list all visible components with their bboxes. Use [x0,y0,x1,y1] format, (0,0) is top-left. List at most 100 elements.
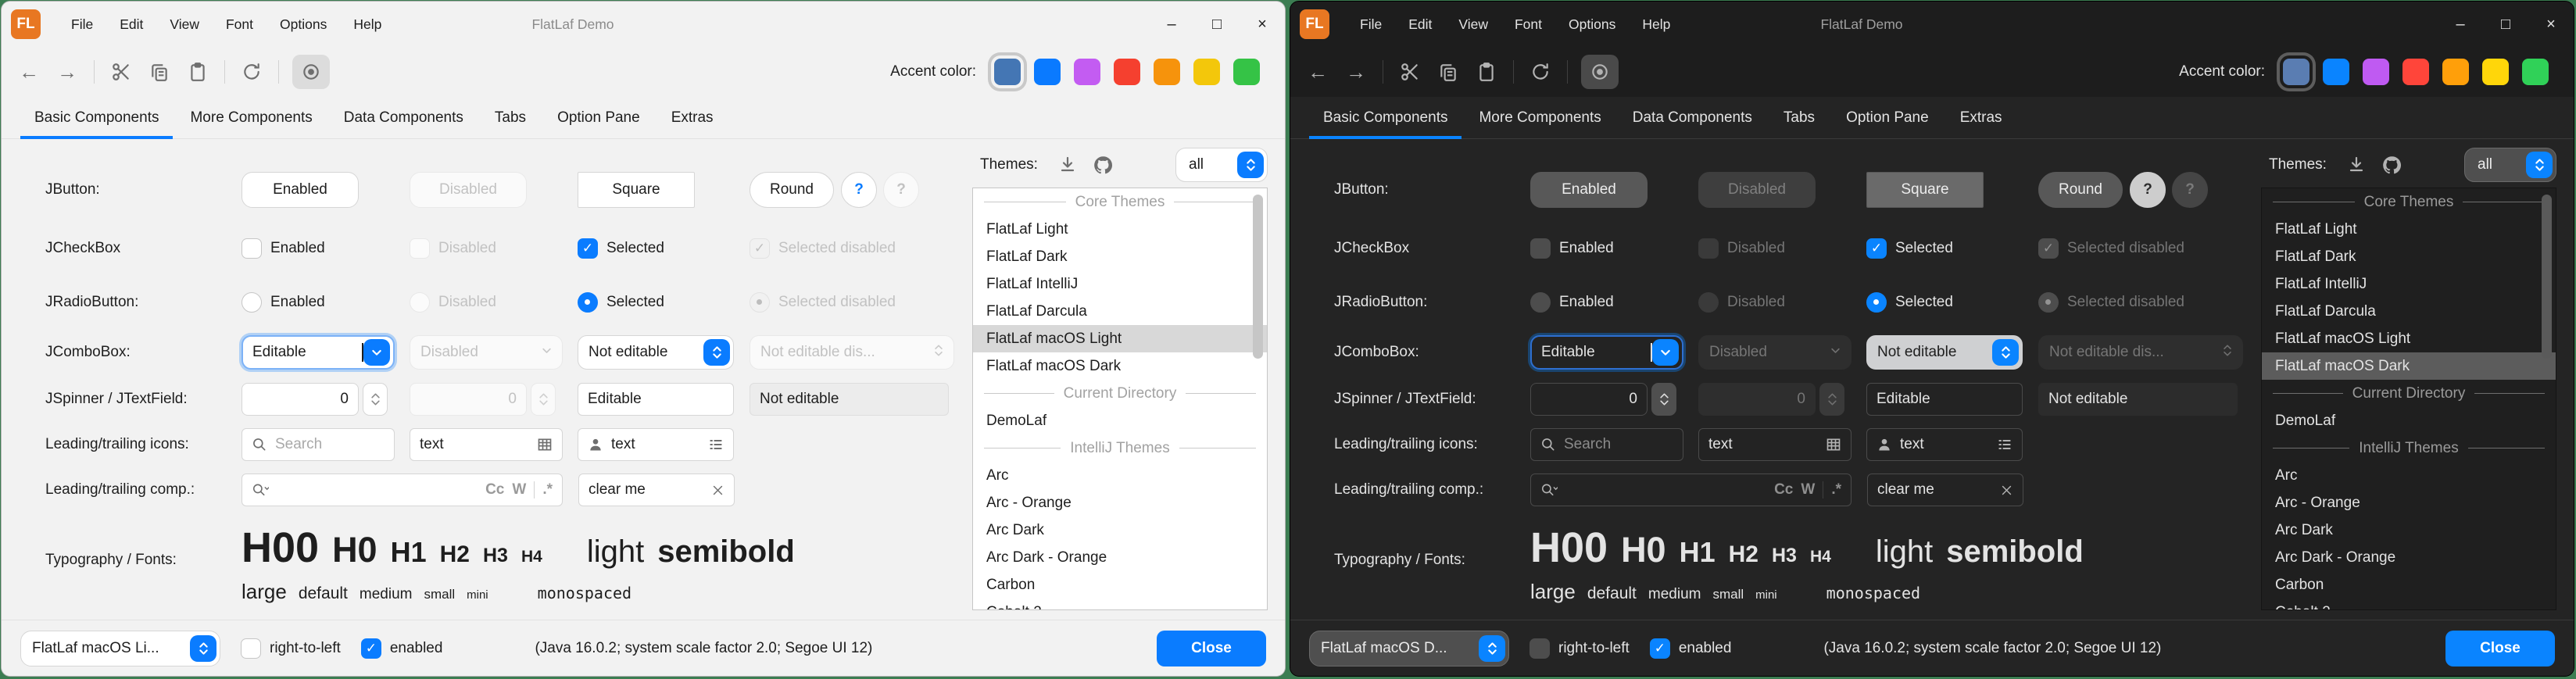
text-input-with-table-icon[interactable]: text [1698,428,1852,461]
help-button[interactable]: ? [2130,172,2166,208]
download-icon[interactable] [1058,155,1077,174]
back-icon[interactable]: ← [16,59,42,85]
theme-list-item[interactable]: FlatLaf macOS Light [2262,325,2556,352]
accent-color-swatch-4[interactable] [1114,59,1140,85]
tab-data-components[interactable]: Data Components [330,109,478,139]
square-button[interactable]: Square [578,172,695,208]
accent-color-swatch-5[interactable] [2442,59,2469,85]
enabled-button[interactable]: Enabled [242,172,359,208]
theme-list-item[interactable]: FlatLaf Light [2262,216,2556,243]
forward-icon[interactable]: → [1343,59,1369,85]
accent-color-swatch-2[interactable] [2323,59,2349,85]
radio-selected[interactable] [1866,292,1887,313]
minimize-button[interactable]: – [1149,2,1194,47]
theme-list-item[interactable]: FlatLaf macOS Dark [2262,352,2556,380]
paste-icon[interactable] [1473,59,1500,85]
tab-extras[interactable]: Extras [1946,109,2016,139]
spinner-field[interactable]: 0 [1530,383,1648,416]
menu-view[interactable]: View [156,2,213,47]
spinner-stepper[interactable] [1651,383,1676,416]
menu-file[interactable]: File [58,2,106,47]
tab-tabs[interactable]: Tabs [1769,109,1829,139]
copy-icon[interactable] [1435,59,1462,85]
theme-list-item[interactable]: Arc - Orange [973,489,1267,516]
theme-list-item[interactable]: FlatLaf Dark [2262,243,2556,270]
theme-list-item[interactable]: Arc - Orange [2262,489,2556,516]
text-input-with-table-icon[interactable]: text [410,428,563,461]
lookandfeel-combo[interactable]: FlatLaf macOS D... [1309,631,1509,666]
table-icon[interactable] [537,437,553,452]
menu-file[interactable]: File [1347,2,1395,47]
menu-help[interactable]: Help [340,2,395,47]
checkbox-enabled[interactable] [1530,238,1551,259]
search-menu-icon[interactable] [1540,482,1558,498]
accent-color-swatch-7[interactable] [2522,59,2549,85]
forward-icon[interactable]: → [54,59,80,85]
github-icon[interactable] [1093,155,1114,176]
menu-options[interactable]: Options [267,2,340,47]
scrollbar-thumb[interactable] [2542,195,2552,359]
accent-color-swatch-6[interactable] [1193,59,1220,85]
accent-color-swatch-7[interactable] [1233,59,1260,85]
list-icon[interactable] [708,437,724,452]
match-case-button[interactable]: Cc [485,481,504,499]
whole-word-button[interactable]: W [512,481,526,499]
tab-extras[interactable]: Extras [657,109,728,139]
combobox-not-editable[interactable]: Not editable [578,335,734,370]
chevron-updown-icon[interactable] [1237,152,1264,178]
table-icon[interactable] [1826,437,1841,452]
theme-list-item[interactable]: FlatLaf Dark [973,243,1267,270]
theme-list-item[interactable]: Arc [2262,462,2556,489]
tab-more-components[interactable]: More Components [176,109,326,139]
copy-icon[interactable] [146,59,173,85]
tab-option-pane[interactable]: Option Pane [543,109,654,139]
accent-color-swatch-1[interactable] [994,59,1021,85]
download-icon[interactable] [2347,155,2366,174]
combobox-editable[interactable]: Editable [242,335,395,370]
radio-enabled[interactable] [1530,292,1551,313]
close-button[interactable]: Close [1157,631,1266,666]
theme-list-item[interactable]: Cobalt 2 [973,599,1267,610]
search-input[interactable]: Search [242,428,395,461]
maximize-button[interactable]: □ [2483,2,2528,47]
search-input-with-options[interactable]: Cc W .* [242,474,563,506]
clear-icon[interactable] [711,484,724,497]
accent-color-swatch-5[interactable] [1154,59,1180,85]
close-window-button[interactable]: × [1240,2,1285,47]
enabled-checkbox[interactable]: ✓ [361,638,381,659]
menu-options[interactable]: Options [1555,2,1629,47]
theme-list-item[interactable]: Arc Dark [973,516,1267,544]
theme-list-item[interactable]: FlatLaf Darcula [973,298,1267,325]
menu-view[interactable]: View [1445,2,1501,47]
accent-color-swatch-6[interactable] [2482,59,2509,85]
enabled-checkbox[interactable]: ✓ [1650,638,1670,659]
regex-button[interactable]: .* [1831,481,1841,499]
theme-list-item[interactable]: FlatLaf macOS Light [973,325,1267,352]
search-input[interactable]: Search [1530,428,1683,461]
theme-list-item[interactable]: Arc Dark - Orange [2262,544,2556,571]
search-input-with-options[interactable]: Cc W .* [1530,474,1852,506]
clearable-input[interactable]: clear me [1867,474,2023,506]
text-input-with-user-icon[interactable]: text [1866,428,2023,461]
cut-icon[interactable] [1397,59,1423,85]
accent-color-swatch-3[interactable] [2363,59,2389,85]
theme-list-item[interactable]: Carbon [2262,571,2556,599]
refresh-icon[interactable] [238,59,265,85]
github-icon[interactable] [2381,155,2402,176]
accent-color-swatch-4[interactable] [2402,59,2429,85]
chevron-updown-icon[interactable] [2526,152,2553,178]
chevron-updown-icon[interactable] [1992,339,2019,366]
accent-color-swatch-3[interactable] [1074,59,1100,85]
lookandfeel-combo[interactable]: FlatLaf macOS Li... [20,631,220,666]
themes-filter-combo[interactable]: all [1175,148,1268,182]
chevron-updown-icon[interactable] [703,339,730,366]
show-hover-toggle-button[interactable] [292,55,330,89]
menu-help[interactable]: Help [1629,2,1683,47]
theme-list-item[interactable]: Arc [973,462,1267,489]
close-button[interactable]: Close [2445,631,2555,666]
themes-list[interactable]: Core ThemesFlatLaf LightFlatLaf DarkFlat… [2261,188,2556,610]
themes-list[interactable]: Core ThemesFlatLaf LightFlatLaf DarkFlat… [972,188,1268,610]
theme-list-item[interactable]: FlatLaf Darcula [2262,298,2556,325]
square-button[interactable]: Square [1866,172,1984,208]
chevron-down-icon[interactable] [1652,339,1679,366]
